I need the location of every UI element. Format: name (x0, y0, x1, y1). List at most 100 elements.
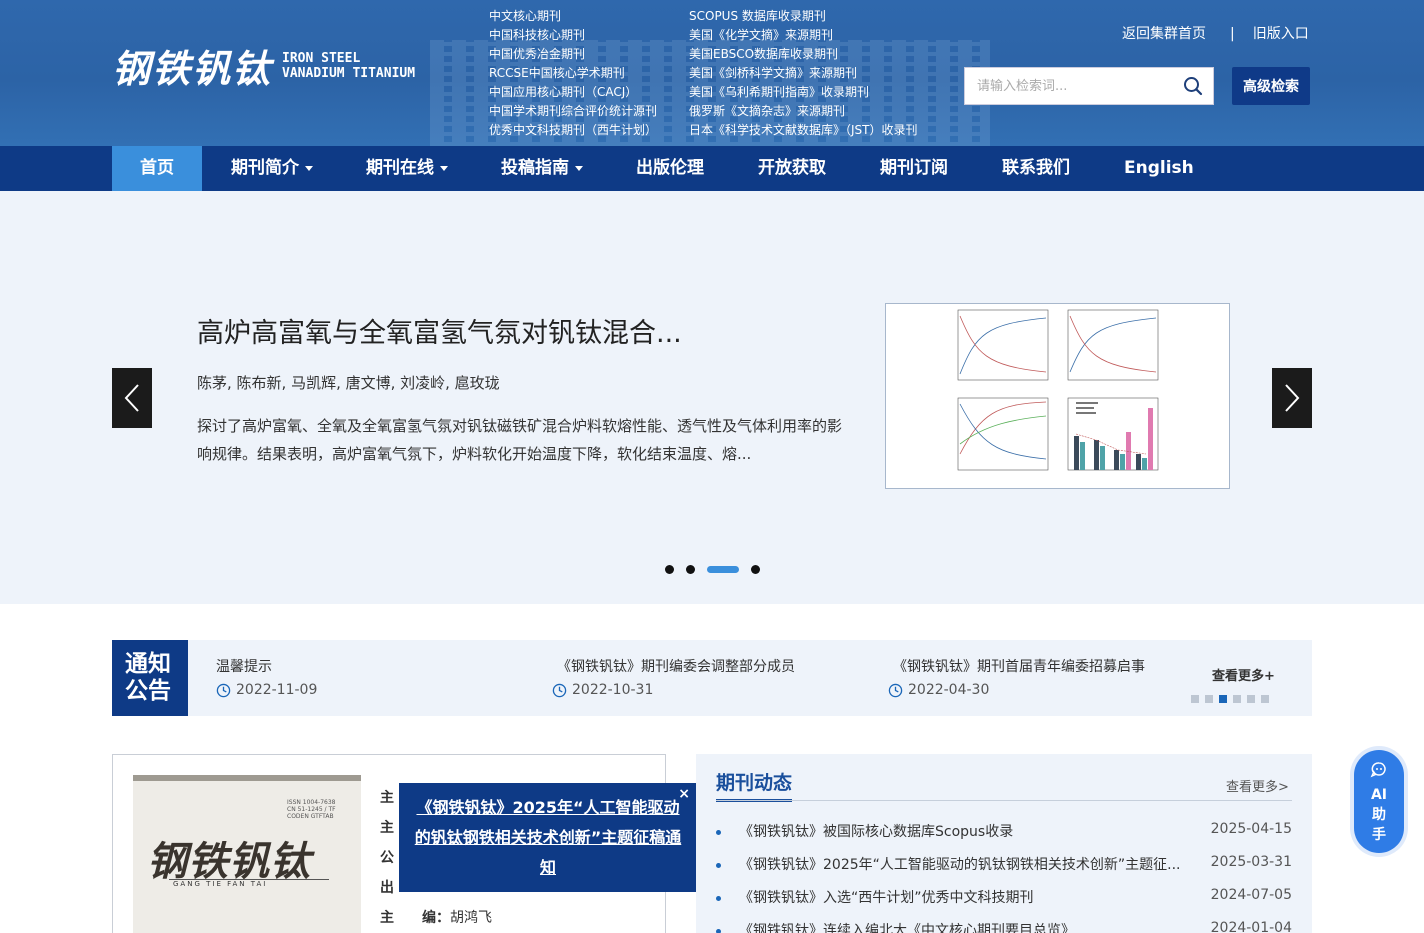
ai-label-3: 手 (1372, 827, 1386, 843)
announcement-popup[interactable]: 《钢铁钒钛》2025年“人工智能驱动的钒钛钢铁相关技术创新”主题征稿通知 × (399, 783, 697, 892)
notice-tag: 通知 公告 (112, 640, 188, 716)
info-label: 主 编： (380, 910, 450, 926)
notice-pagination (1191, 695, 1275, 703)
carousel-dot[interactable] (686, 565, 695, 574)
indexing-item: 美国《剑桥科学文摘》来源期刊 (689, 66, 858, 80)
journal-news-panel: 期刊动态 查看更多> 《钢铁钒钛》被国际核心数据库Scopus收录 2025-04… (696, 754, 1312, 933)
caret-down-icon (305, 165, 313, 171)
news-more-link[interactable]: 查看更多> (1226, 776, 1289, 795)
search-icon[interactable] (1183, 76, 1203, 96)
nav-label: 期刊订阅 (880, 158, 948, 178)
news-date: 2024-01-04 (1210, 920, 1292, 933)
news-date: 2025-04-15 (1210, 821, 1292, 837)
notice-page-dot[interactable] (1261, 695, 1269, 703)
logo-en: IRON STEEL VANADIUM TITANIUM (282, 51, 415, 81)
cover-issn-line: ISSN 1004-7638 (287, 799, 336, 806)
indexing-item: SCOPUS 数据库收录期刊 (689, 9, 826, 23)
carousel-dot-active[interactable] (707, 566, 739, 573)
nav-item-ethics[interactable]: 出版伦理 (636, 146, 704, 191)
main-nav: 首页 期刊简介 期刊在线 投稿指南 出版伦理 开放获取 期刊订阅 联系我们 En… (0, 146, 1424, 191)
indexing-item: 中国科技核心期刊 (489, 28, 586, 42)
link-separator: | (1230, 26, 1235, 42)
indexing-item: RCCSE中国核心学术期刊 (489, 66, 625, 80)
notice-title: 温馨提示 (216, 659, 272, 675)
nav-item-open-access[interactable]: 开放获取 (758, 146, 826, 191)
nav-label: 期刊简介 (231, 158, 299, 178)
notice-date: 2022-10-31 (572, 682, 654, 698)
notice-page-dot[interactable] (1233, 695, 1241, 703)
figure-graphic (928, 304, 1188, 488)
link-old-version[interactable]: 旧版入口 (1253, 26, 1309, 42)
nav-label: 出版伦理 (636, 158, 704, 178)
article-title[interactable]: 高炉高富氧与全氧富氢气氛对钒钛混合... (197, 311, 682, 350)
nav-label: 联系我们 (1002, 158, 1070, 178)
article-figure[interactable] (885, 303, 1230, 489)
chevron-left-icon (124, 384, 139, 412)
nav-item-about[interactable]: 期刊简介 (231, 146, 313, 191)
carousel-next-button[interactable] (1272, 368, 1312, 428)
link-cluster-home[interactable]: 返回集群首页 (1122, 26, 1206, 42)
cover-issn-line: CODEN GTFTAB (287, 813, 334, 820)
indexing-item: 优秀中文科技期刊（西牛计划） (489, 123, 658, 137)
notice-tag-line1: 通知 (125, 651, 171, 677)
news-title: 《钢铁钒钛》连续入编北大《中文核心期刊要目总览》 (739, 923, 1075, 933)
search-input[interactable] (977, 71, 1187, 101)
info-label: 主 (380, 820, 394, 836)
nav-item-subscribe[interactable]: 期刊订阅 (880, 146, 948, 191)
indexing-list-1: 中文核心期刊 中国科技核心期刊 中国优秀冶金期刊 RCCSE中国核心学术期刊 中… (489, 7, 657, 140)
bullet-icon (716, 895, 721, 901)
cover-pinyin: GANG TIE FAN TAI (169, 879, 329, 889)
nav-label: 期刊在线 (366, 158, 434, 178)
notice-page-dot[interactable] (1191, 695, 1199, 703)
news-date: 2024-07-05 (1210, 887, 1292, 903)
notice-page-dot[interactable] (1247, 695, 1255, 703)
notice-item[interactable]: 温馨提示 2022-11-09 (216, 656, 317, 698)
article-authors: 陈茅, 陈布新, 马凯辉, 唐文博, 刘凌岭, 扈玫珑 (197, 374, 500, 392)
nav-item-contact[interactable]: 联系我们 (1002, 146, 1070, 191)
nav-item-home[interactable]: 首页 (112, 146, 202, 191)
indexing-item: 俄罗斯《文摘杂志》来源期刊 (689, 104, 846, 118)
news-item[interactable]: 《钢铁钒钛》入选“西牛计划”优秀中文科技期刊 2024-07-05 (716, 887, 1292, 907)
notice-date-row: 2022-11-09 (216, 682, 317, 698)
news-title: 《钢铁钒钛》被国际核心数据库Scopus收录 (739, 824, 1014, 840)
notice-item[interactable]: 《钢铁钒钛》期刊编委会调整部分成员 2022-10-31 (552, 656, 795, 698)
logo-cn: 钢铁钒钛 (112, 46, 273, 91)
news-item[interactable]: 《钢铁钒钛》2025年“人工智能驱动的钒钛钢铁相关技术创新”主题征... 2025… (716, 854, 1292, 874)
news-divider (716, 800, 1292, 801)
notice-page-dot-active[interactable] (1219, 695, 1227, 703)
cover-issn: ISSN 1004-7638 CN 51-1245 / TF CODEN GTF… (287, 799, 336, 820)
info-row: 主 编：胡鸿飞 (380, 903, 492, 933)
carousel-prev-button[interactable] (112, 368, 152, 428)
nav-item-online[interactable]: 期刊在线 (366, 146, 448, 191)
header: 钢铁钒钛 IRON STEEL VANADIUM TITANIUM 中文核心期刊… (0, 0, 1424, 146)
news-date: 2025-03-31 (1210, 854, 1292, 870)
bullet-icon (716, 829, 721, 835)
nav-label: English (1124, 158, 1194, 178)
notice-item[interactable]: 《钢铁钒钛》期刊首届青年编委招募启事 2022-04-30 (888, 656, 1145, 698)
clock-icon (216, 683, 231, 697)
info-value-editor: 胡鸿飞 (450, 910, 492, 926)
advanced-search-button[interactable]: 高级检索 (1232, 67, 1310, 105)
search-box (964, 67, 1214, 105)
nav-item-english[interactable]: English (1124, 146, 1194, 191)
news-item[interactable]: 《钢铁钒钛》连续入编北大《中文核心期刊要目总览》 2024-01-04 (716, 920, 1292, 933)
carousel-dot[interactable] (751, 565, 760, 574)
journal-cover[interactable]: ISSN 1004-7638 CN 51-1245 / TF CODEN GTF… (133, 775, 361, 933)
notice-date: 2022-11-09 (236, 682, 318, 698)
close-icon[interactable]: × (678, 779, 690, 809)
site-logo[interactable]: 钢铁钒钛 IRON STEEL VANADIUM TITANIUM (112, 38, 415, 93)
logo-en-line1: IRON STEEL (282, 50, 361, 66)
nav-item-submission[interactable]: 投稿指南 (501, 146, 583, 191)
info-label: 公 (380, 850, 394, 866)
news-item[interactable]: 《钢铁钒钛》被国际核心数据库Scopus收录 2025-04-15 (716, 821, 1292, 841)
cover-issn-line: CN 51-1245 / TF (287, 806, 336, 813)
ai-label-2: 助 (1372, 807, 1386, 823)
carousel-dot[interactable] (665, 565, 674, 574)
bullet-icon (716, 862, 721, 868)
indexing-item: 美国《化学文摘》来源期刊 (689, 28, 834, 42)
chevron-right-icon (1285, 384, 1300, 412)
notice-more-link[interactable]: 查看更多+ (1212, 665, 1275, 684)
ai-assistant-button[interactable]: AI 助 手 (1354, 750, 1404, 853)
notice-page-dot[interactable] (1205, 695, 1213, 703)
nav-label: 投稿指南 (501, 158, 569, 178)
